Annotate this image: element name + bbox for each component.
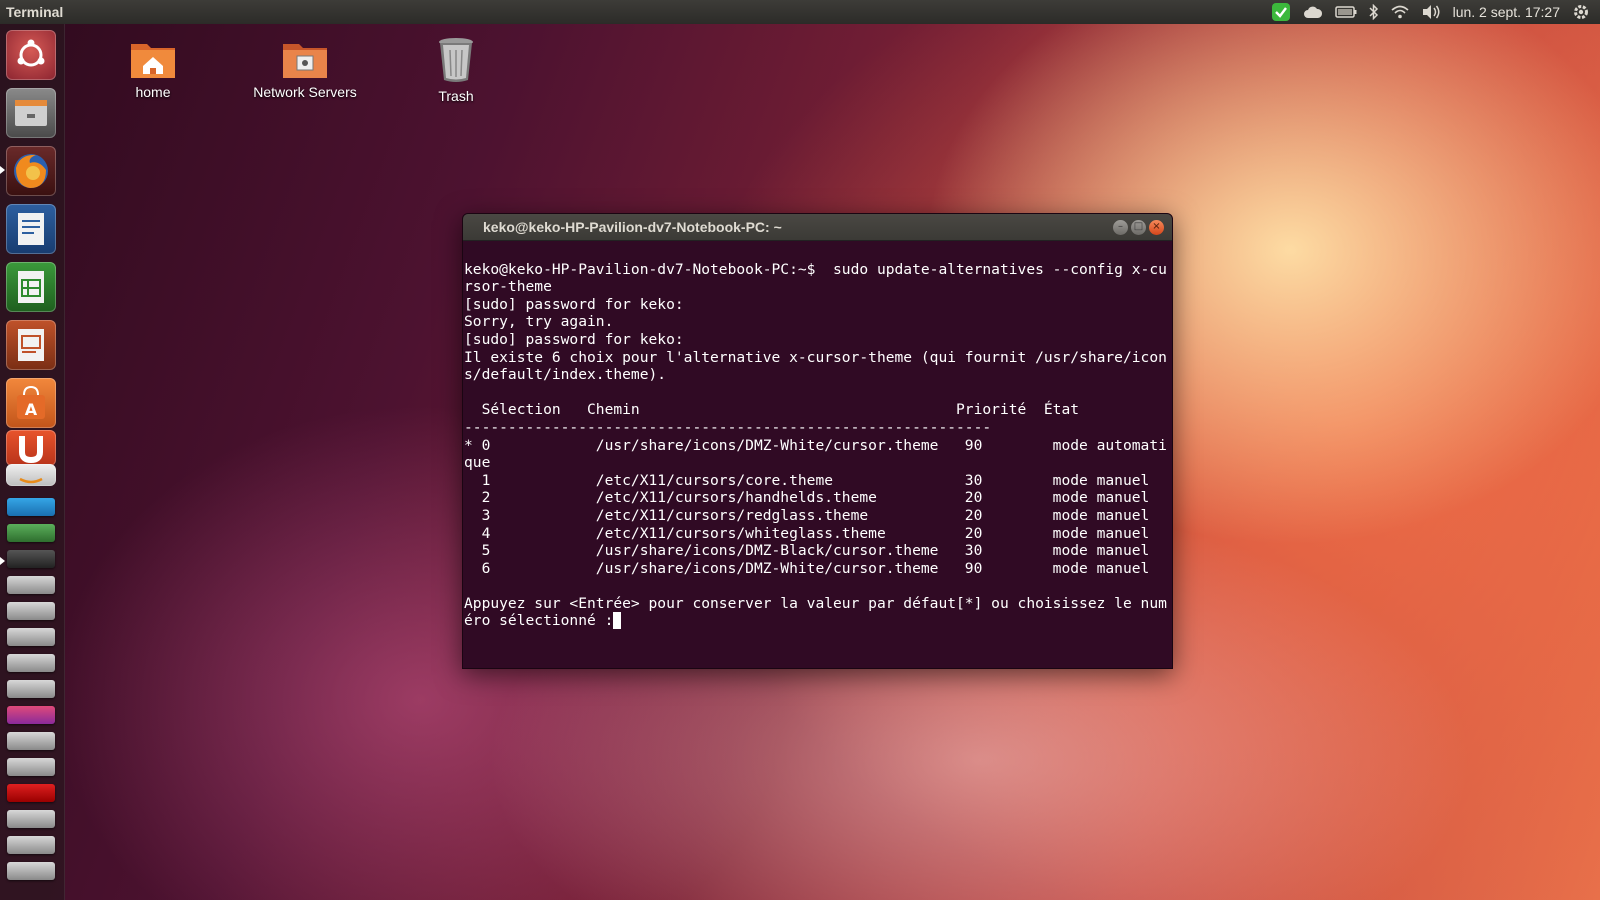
- system-monitor-icon[interactable]: [7, 576, 55, 594]
- update-check-icon[interactable]: [1271, 0, 1291, 24]
- desktop-icon-network-servers[interactable]: Network Servers: [240, 36, 370, 100]
- writer-icon[interactable]: [6, 204, 56, 254]
- table-header: Sélection Chemin Priorité État: [464, 401, 1080, 419]
- launcher-stacked-item[interactable]: [7, 810, 55, 828]
- ubuntu-one-icon[interactable]: [6, 430, 56, 466]
- terminal-line: rsor-theme: [464, 278, 552, 296]
- top-panel: Terminal lun. 2 sept. 17:27: [0, 0, 1600, 24]
- launcher-running-pip: [0, 557, 5, 565]
- launcher: A: [0, 24, 65, 900]
- gear-icon[interactable]: [1572, 0, 1590, 24]
- desktop-icon-label: Network Servers: [253, 84, 357, 100]
- desktop-icon-label: Trash: [438, 88, 474, 104]
- launcher-stacked-item[interactable]: [7, 628, 55, 646]
- terminal-line: Appuyez sur <Entrée> pour conserver la v…: [464, 594, 1167, 612]
- table-row: 1 /etc/X11/cursors/core.theme 30 mode ma…: [464, 471, 1150, 489]
- launcher-stacked-item[interactable]: [7, 654, 55, 672]
- terminal-line: Il existe 6 choix pour l'alternative x-c…: [464, 348, 1167, 366]
- amazon-icon[interactable]: [6, 464, 56, 486]
- table-divider: ----------------------------------------…: [464, 418, 992, 436]
- maximize-button[interactable]: □: [1131, 219, 1146, 235]
- desktop-icon-trash[interactable]: Trash: [391, 36, 521, 104]
- minimize-button[interactable]: –: [1113, 219, 1128, 235]
- calc-icon[interactable]: [6, 262, 56, 312]
- terminal-output[interactable]: keko@keko-HP-Pavilion-dv7-Notebook-PC:~$…: [463, 241, 1172, 665]
- table-row: 5 /usr/share/icons/DMZ-Black/cursor.them…: [464, 542, 1150, 560]
- network-folder-icon: [283, 44, 327, 78]
- volume-icon[interactable]: [1421, 0, 1441, 24]
- terminal-line: [sudo] password for keko:: [464, 330, 684, 348]
- cloud-icon[interactable]: [1303, 0, 1323, 24]
- terminal-line: s/default/index.theme).: [464, 366, 667, 384]
- launcher-running-pip: [0, 166, 5, 174]
- launcher-stacked-item[interactable]: [7, 602, 55, 620]
- terminal-titlebar[interactable]: keko@keko-HP-Pavilion-dv7-Notebook-PC: ~…: [463, 214, 1172, 241]
- terminal-window[interactable]: keko@keko-HP-Pavilion-dv7-Notebook-PC: ~…: [462, 213, 1173, 669]
- clock[interactable]: lun. 2 sept. 17:27: [1453, 4, 1560, 20]
- table-row: 2 /etc/X11/cursors/handhelds.theme 20 mo…: [464, 489, 1150, 507]
- table-row: 4 /etc/X11/cursors/whiteglass.theme 20 m…: [464, 524, 1150, 542]
- active-app-title: Terminal: [6, 4, 64, 20]
- launcher-stacked-item[interactable]: [7, 862, 55, 880]
- impress-icon[interactable]: [6, 320, 56, 370]
- launcher-stacked-item[interactable]: [7, 732, 55, 750]
- launcher-stacked-item[interactable]: [7, 706, 55, 724]
- terminal-launcher-icon[interactable]: [7, 550, 55, 568]
- terminal-line: keko@keko-HP-Pavilion-dv7-Notebook-PC:~$…: [464, 260, 1167, 278]
- home-folder-icon: [131, 44, 175, 78]
- text-cursor: [613, 612, 622, 630]
- desktop-icon-label: home: [135, 84, 171, 100]
- svg-text:A: A: [25, 400, 38, 419]
- terminal-input-line[interactable]: éro sélectionné :: [464, 612, 1172, 630]
- software-center-icon[interactable]: A: [6, 378, 56, 428]
- window-controls: – □ ×: [1113, 219, 1172, 235]
- table-row: 3 /etc/X11/cursors/redglass.theme 20 mod…: [464, 506, 1150, 524]
- bluetooth-icon[interactable]: [1369, 0, 1379, 24]
- wifi-icon[interactable]: [1391, 0, 1409, 24]
- desktop-icon-home[interactable]: home: [88, 36, 218, 100]
- files-icon[interactable]: [6, 88, 56, 138]
- youtube-icon[interactable]: [7, 784, 55, 802]
- firefox-icon[interactable]: [6, 146, 56, 196]
- skype-icon[interactable]: [7, 498, 55, 516]
- indicator-area: lun. 2 sept. 17:27: [1271, 0, 1600, 24]
- input-prompt: éro sélectionné :: [464, 612, 614, 630]
- terminal-title: keko@keko-HP-Pavilion-dv7-Notebook-PC: ~: [483, 219, 782, 235]
- terminal-line: que: [464, 454, 491, 472]
- table-row: 6 /usr/share/icons/DMZ-White/cursor.them…: [464, 559, 1150, 577]
- ubuntu-dash-icon[interactable]: [6, 30, 56, 80]
- terminal-line: Sorry, try again.: [464, 313, 614, 331]
- table-row: * 0 /usr/share/icons/DMZ-White/cursor.th…: [464, 436, 1167, 454]
- battery-icon[interactable]: [1334, 0, 1357, 24]
- launcher-stacked-item[interactable]: [7, 836, 55, 854]
- launcher-stacked-item[interactable]: [7, 524, 55, 542]
- calculator-icon[interactable]: [7, 680, 55, 698]
- close-button[interactable]: ×: [1149, 219, 1164, 235]
- terminal-line: [sudo] password for keko:: [464, 295, 684, 313]
- trash-icon: [439, 38, 473, 82]
- launcher-stacked-item[interactable]: [7, 758, 55, 776]
